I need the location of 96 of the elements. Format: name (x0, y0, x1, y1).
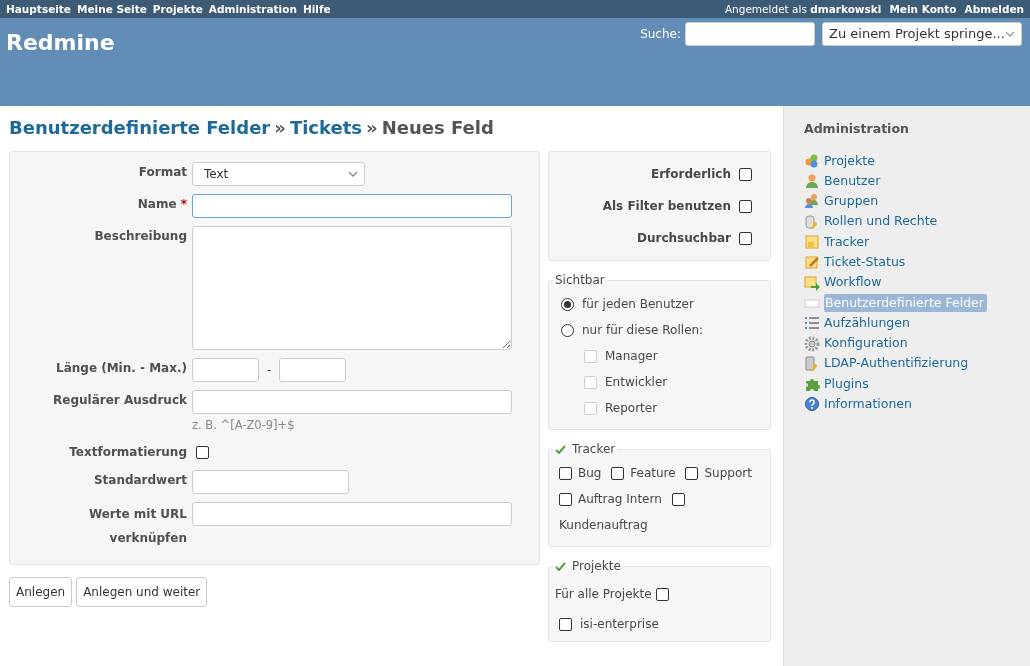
search-field[interactable] (685, 22, 815, 46)
sidebar-title: Administration (804, 120, 910, 138)
projects-icon (804, 152, 820, 169)
checkbox[interactable] (739, 231, 752, 245)
text-field[interactable] (192, 194, 512, 218)
tracker-label: Kundenauftrag (559, 518, 648, 532)
sidebar-link[interactable]: Aufzählungen (824, 313, 910, 333)
search-label: Suche: (640, 26, 681, 43)
checkbox[interactable] (559, 493, 572, 506)
breadcrumb-link[interactable]: Benutzerdefinierte Felder (9, 114, 271, 141)
breadcrumb-separator: » (274, 116, 286, 140)
menu-link[interactable]: Hilfe (302, 3, 331, 15)
sidebar-link[interactable]: Informationen (824, 395, 912, 414)
sidebar-link[interactable]: Gruppen (824, 192, 879, 211)
min-length-field[interactable] (192, 358, 259, 382)
user-icon (804, 173, 820, 190)
sidebar-link[interactable]: Rollen und Rechte (824, 212, 938, 232)
square-note-icon (804, 234, 820, 251)
login-status: Angemeldet als dmarkowski (724, 2, 882, 17)
breadcrumb-link[interactable]: Tickets (289, 114, 362, 141)
checkbox[interactable] (559, 617, 572, 631)
sidebar-link[interactable]: Tracker (824, 232, 870, 252)
sidebar-link[interactable]: Plugins (824, 374, 869, 394)
database-key-icon (804, 213, 820, 230)
checkbox[interactable] (655, 587, 669, 601)
menu-link[interactable]: Administration (208, 3, 297, 15)
field-label: Länge (Min. - Max.) (55, 360, 188, 377)
users-icon (804, 193, 820, 210)
site-title: Redmine (6, 29, 115, 57)
checkbox[interactable] (739, 167, 752, 181)
field-label: Werte mit URL verknüpfen (87, 506, 188, 548)
form-button[interactable]: Anlegen (9, 577, 73, 608)
option-label: Als Filter benutzen (602, 198, 731, 215)
radio-button[interactable] (561, 323, 574, 337)
puzzle-icon (804, 376, 820, 393)
menu-link[interactable]: Mein Konto (889, 0, 957, 18)
text-field[interactable] (192, 390, 512, 414)
project-label: isi-enterprise (580, 616, 659, 633)
field-label: Name * (136, 196, 188, 213)
field-label: Format (137, 164, 188, 181)
help-icon (804, 396, 820, 413)
range-separator: - (267, 362, 272, 379)
checkbox[interactable] (611, 467, 625, 480)
role-label: Manager (605, 348, 658, 365)
tracker-label: Feature (630, 466, 676, 480)
form-button[interactable]: Anlegen und weiter (76, 577, 208, 608)
role-label: Reporter (605, 400, 658, 417)
checkbox[interactable] (196, 446, 209, 460)
radio-label: für jeden Benutzer (582, 296, 694, 313)
checkmark-icon[interactable] (555, 444, 566, 454)
fieldset-legend: Projekte (572, 557, 621, 575)
field-label: Regulärer Ausdruck (52, 392, 188, 409)
tracker-label: Bug (578, 466, 602, 480)
sidebar-link[interactable]: Konfiguration (824, 334, 908, 353)
sidebar-link[interactable]: Ticket-Status (824, 253, 906, 272)
text-field[interactable] (192, 470, 349, 495)
radio-label: nur für diese Rollen: (582, 322, 704, 339)
field-hint: z. B. ^[A-Z0-9]+$ (192, 417, 296, 434)
menu-link[interactable]: Hauptseite (6, 3, 71, 15)
tracker-label: Auftrag Intern (578, 492, 662, 506)
option-label: Erforderlich (650, 166, 731, 183)
radio-button[interactable] (561, 297, 574, 311)
checkbox[interactable] (671, 493, 685, 506)
list-icon (804, 315, 820, 332)
fieldset-legend: Sichtbar (555, 271, 605, 289)
required-asterisk: * (180, 197, 187, 211)
field-label: Textformatierung (68, 444, 188, 462)
project-jump-select[interactable]: Zu einem Projekt springe... (822, 22, 1022, 46)
tracker-label: Support (704, 466, 752, 480)
sidebar-link[interactable]: Workflow (824, 273, 882, 293)
all-projects-label: Für alle Projekte (555, 586, 652, 603)
chevron-down-icon (348, 171, 358, 177)
checkbox[interactable] (685, 467, 699, 480)
checkmark-icon[interactable] (555, 561, 566, 571)
breadcrumb-separator: » (366, 116, 378, 140)
checkbox[interactable] (739, 199, 752, 213)
field-label: Beschreibung (93, 228, 188, 245)
fieldset-legend: Tracker (572, 440, 616, 458)
chevron-down-icon (1005, 31, 1015, 37)
role-label: Entwickler (605, 374, 668, 391)
menu-link[interactable]: Abmelden (964, 0, 1024, 18)
sidebar-link[interactable]: LDAP-Authentifizierung (824, 354, 969, 374)
sidebar-link[interactable]: Projekte (824, 151, 875, 171)
format-select[interactable]: Text (192, 162, 365, 186)
option-label: Durchsuchbar (636, 230, 731, 247)
text-field[interactable] (192, 502, 512, 527)
server-key-icon (804, 355, 820, 372)
field-label: Standardwert (92, 472, 188, 490)
max-length-field[interactable] (279, 358, 347, 382)
note-pencil-icon (804, 254, 820, 271)
menu-link[interactable]: Meine Seite (77, 3, 147, 15)
sidebar-link[interactable]: Benutzer (824, 171, 881, 191)
settings-icon (804, 335, 820, 352)
menu-link[interactable]: Projekte (152, 3, 203, 15)
checkbox[interactable] (559, 467, 572, 480)
page-title: Neues Feld (381, 116, 494, 140)
